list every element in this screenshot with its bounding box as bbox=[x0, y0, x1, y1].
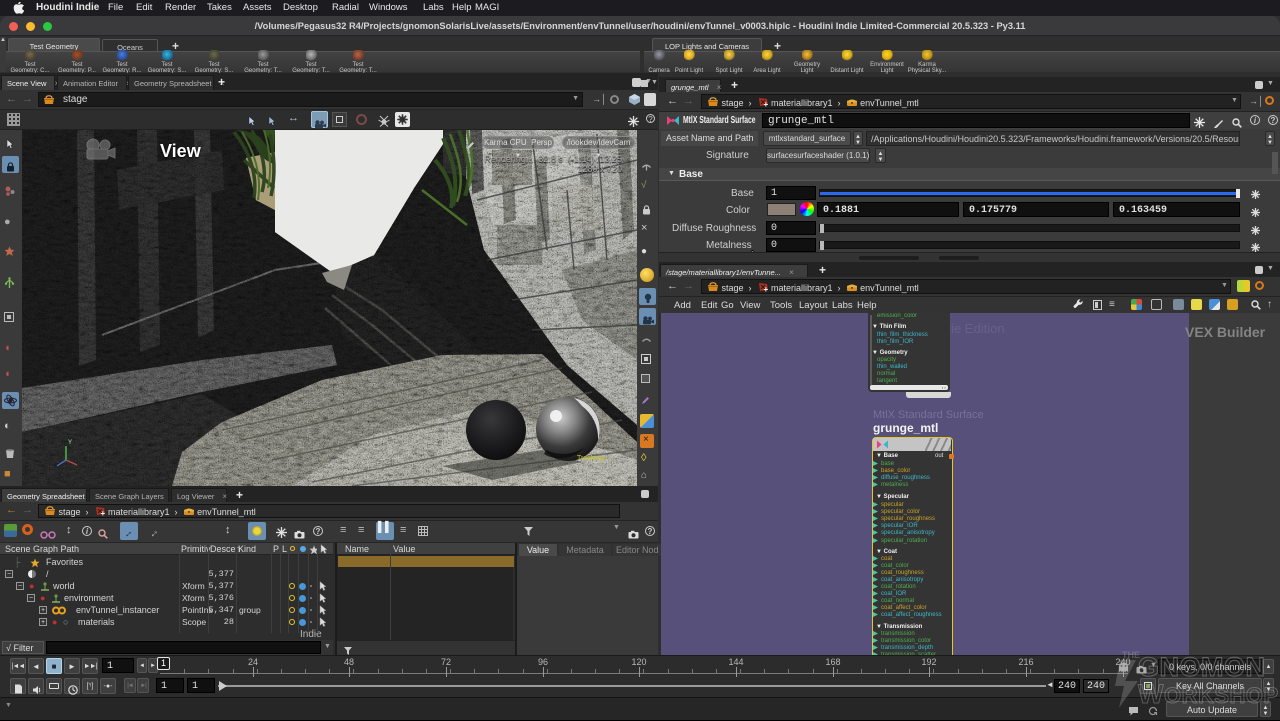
svg-text:+: + bbox=[763, 285, 768, 292]
svg-text:Y: Y bbox=[68, 440, 72, 446]
svg-text:+: + bbox=[763, 100, 768, 107]
svg-text:+: + bbox=[100, 509, 105, 516]
